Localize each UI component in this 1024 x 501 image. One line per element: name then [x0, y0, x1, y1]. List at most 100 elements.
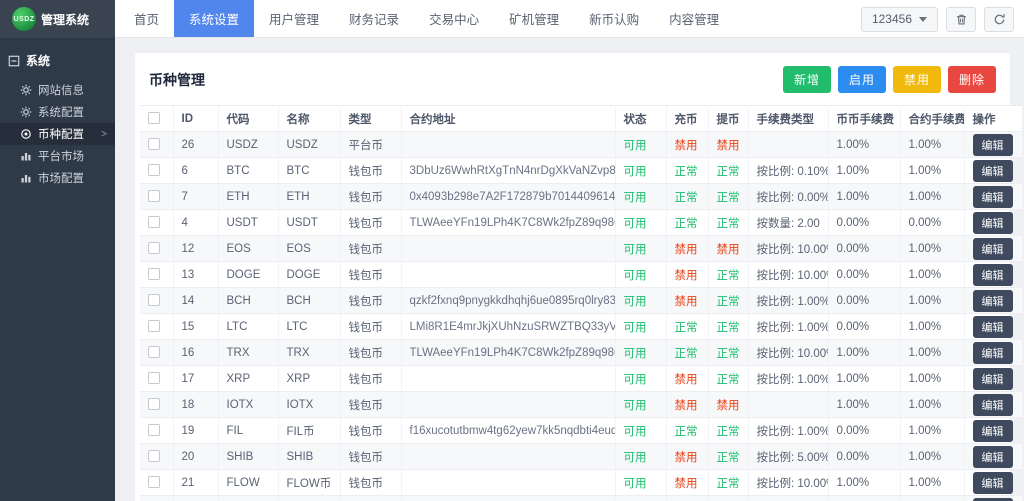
cell-deposit: 禁用 — [666, 496, 708, 501]
topnav-item-首页[interactable]: 首页 — [119, 0, 174, 37]
cell-withdraw: 禁用 — [708, 392, 748, 418]
row-checkbox[interactable] — [148, 268, 160, 280]
cell-contract-fee: 1.00% — [900, 158, 964, 184]
cell-type: 钱包币 — [340, 158, 401, 184]
row-checkbox[interactable] — [148, 216, 160, 228]
topnav-item-交易中心[interactable]: 交易中心 — [414, 0, 494, 37]
column-header-币币手续费: 币币手续费 — [828, 106, 900, 132]
edit-button[interactable]: 编辑 — [973, 212, 1013, 234]
cell-id: 22 — [173, 496, 218, 501]
cell-contract-fee: 1.00% — [900, 470, 964, 496]
row-checkbox[interactable] — [148, 138, 160, 150]
cell-fee-type: 按比例: 1.00% — [748, 314, 828, 340]
cell-contract-fee: 1.00% — [900, 496, 964, 501]
cell-coin-fee: 1.00% — [828, 366, 900, 392]
edit-button[interactable]: 编辑 — [973, 498, 1013, 501]
table-row: 16TRXTRX钱包币TLWAeeYFn19LPh4K7C8Wk2fpZ89q9… — [140, 340, 1022, 366]
topnav-item-用户管理[interactable]: 用户管理 — [254, 0, 334, 37]
sidebar-group-label: 系统 — [26, 52, 50, 69]
edit-button[interactable]: 编辑 — [973, 264, 1013, 286]
trash-icon — [955, 13, 968, 26]
cell-contract-fee: 1.00% — [900, 418, 964, 444]
logo: USDZ 管理系统 — [0, 0, 115, 38]
row-checkbox[interactable] — [148, 320, 160, 332]
cell-fee-type: 按比例: 0.00% — [748, 184, 828, 210]
row-checkbox[interactable] — [148, 242, 160, 254]
cell-deposit: 禁用 — [666, 366, 708, 392]
row-checkbox[interactable] — [148, 346, 160, 358]
edit-button[interactable]: 编辑 — [973, 186, 1013, 208]
edit-button[interactable]: 编辑 — [973, 342, 1013, 364]
toolbar-button-删除[interactable]: 删除 — [948, 66, 996, 93]
currency-table: ID代码名称类型合约地址状态充币提币手续费类型币币手续费合约手续费操作 26US… — [140, 105, 1022, 501]
row-checkbox[interactable] — [148, 294, 160, 306]
trash-button[interactable] — [946, 7, 976, 32]
sidebar-item-label: 网站信息 — [38, 82, 84, 98]
edit-button[interactable]: 编辑 — [973, 238, 1013, 260]
cell-status: 可用 — [615, 132, 666, 158]
cell-coin-fee: 0.00% — [828, 236, 900, 262]
cell-coin-fee: 0.00% — [828, 210, 900, 236]
cell-code: XRP — [218, 366, 278, 392]
cell-id: 16 — [173, 340, 218, 366]
cell-contract-address — [401, 470, 615, 496]
edit-button[interactable]: 编辑 — [973, 316, 1013, 338]
cell-code: ETH — [218, 184, 278, 210]
sidebar-item-系统配置[interactable]: 系统配置 — [0, 101, 115, 123]
select-all-checkbox[interactable] — [148, 112, 160, 124]
table-row: 19FILFIL币钱包币f16xucotutbmw4tg62yew7kk5nqd… — [140, 418, 1022, 444]
cell-type: 钱包币 — [340, 392, 401, 418]
cell-id: 17 — [173, 366, 218, 392]
table-row: 17XRPXRP钱包币可用禁用正常按比例: 1.00%1.00%1.00%编辑 — [140, 366, 1022, 392]
cell-code: LTC — [218, 314, 278, 340]
edit-button[interactable]: 编辑 — [973, 290, 1013, 312]
row-checkbox[interactable] — [148, 190, 160, 202]
sidebar-item-市场配置[interactable]: 市场配置 — [0, 167, 115, 189]
cell-coin-fee: 0.00% — [828, 314, 900, 340]
cell-withdraw: 正常 — [708, 184, 748, 210]
cell-fee-type: 按比例: 5.00% — [748, 444, 828, 470]
cell-coin-fee: 1.00% — [828, 340, 900, 366]
row-checkbox[interactable] — [148, 450, 160, 462]
table-row: 20SHIBSHIB钱包币可用禁用正常按比例: 5.00%0.00%1.00%编… — [140, 444, 1022, 470]
cell-id: 4 — [173, 210, 218, 236]
row-checkbox[interactable] — [148, 398, 160, 410]
cell-code: FLOW — [218, 470, 278, 496]
toolbar-button-启用[interactable]: 启用 — [838, 66, 886, 93]
sidebar-item-网站信息[interactable]: 网站信息 — [0, 79, 115, 101]
sidebar-item-币种配置[interactable]: 币种配置> — [0, 123, 115, 145]
toolbar-button-禁用[interactable]: 禁用 — [893, 66, 941, 93]
sidebar-group-system[interactable]: 系统 — [0, 38, 115, 79]
toolbar-button-新增[interactable]: 新增 — [783, 66, 831, 93]
row-checkbox[interactable] — [148, 164, 160, 176]
column-header-操作: 操作 — [964, 106, 1022, 132]
cell-withdraw: 禁用 — [708, 132, 748, 158]
edit-button[interactable]: 编辑 — [973, 368, 1013, 390]
row-checkbox[interactable] — [148, 424, 160, 436]
column-header-合约地址: 合约地址 — [401, 106, 615, 132]
row-checkbox[interactable] — [148, 372, 160, 384]
row-checkbox[interactable] — [148, 476, 160, 488]
topbar: 首页系统设置用户管理财务记录交易中心矿机管理新币认购内容管理 123456 — [115, 0, 1024, 38]
cell-deposit: 正常 — [666, 418, 708, 444]
edit-button[interactable]: 编辑 — [973, 394, 1013, 416]
cell-type: 钱包币 — [340, 236, 401, 262]
topnav-item-内容管理[interactable]: 内容管理 — [654, 0, 734, 37]
topnav-item-矿机管理[interactable]: 矿机管理 — [494, 0, 574, 37]
edit-button[interactable]: 编辑 — [973, 160, 1013, 182]
edit-button[interactable]: 编辑 — [973, 472, 1013, 494]
cell-deposit: 禁用 — [666, 392, 708, 418]
refresh-button[interactable] — [984, 7, 1014, 32]
cell-type: 钱包币 — [340, 444, 401, 470]
edit-button[interactable]: 编辑 — [973, 446, 1013, 468]
topnav-item-财务记录[interactable]: 财务记录 — [334, 0, 414, 37]
user-dropdown-button[interactable]: 123456 — [861, 7, 938, 32]
cell-status: 可用 — [615, 366, 666, 392]
sidebar-item-平台市场[interactable]: 平台市场 — [0, 145, 115, 167]
edit-button[interactable]: 编辑 — [973, 420, 1013, 442]
cell-contract-address: TLWAeeYFn19LPh4K7C8Wk2fpZ89q98Gj2y — [401, 210, 615, 236]
topnav-item-新币认购[interactable]: 新币认购 — [574, 0, 654, 37]
column-header-状态: 状态 — [615, 106, 666, 132]
topnav-item-系统设置[interactable]: 系统设置 — [174, 0, 254, 37]
edit-button[interactable]: 编辑 — [973, 134, 1013, 156]
